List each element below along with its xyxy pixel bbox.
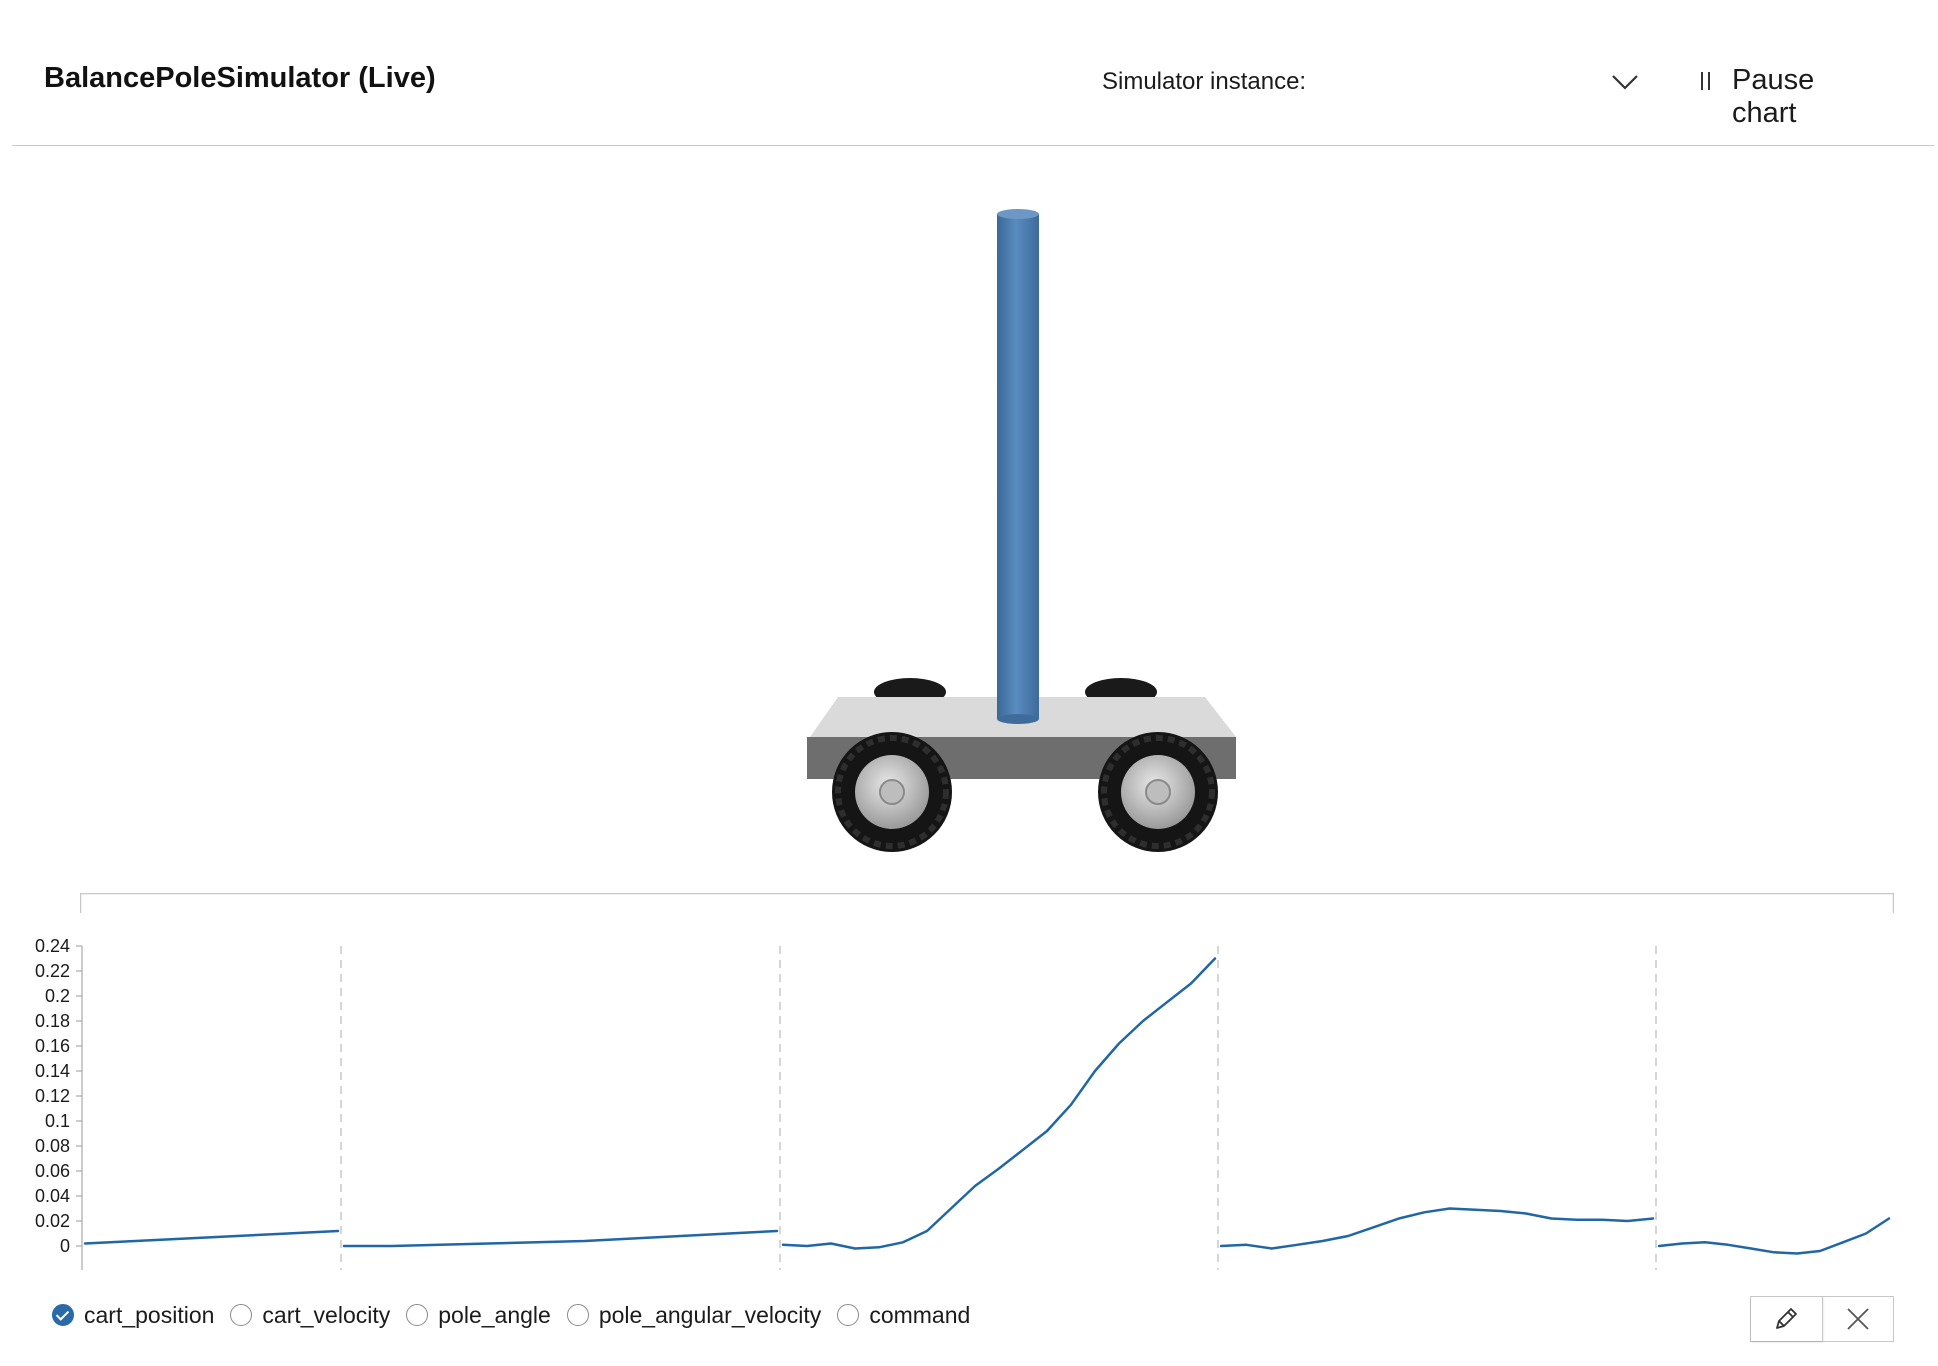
legend-item-cart-position[interactable]: cart_position bbox=[52, 1302, 214, 1329]
legend-label: cart_velocity bbox=[262, 1301, 391, 1328]
pause-chart-label: Pause chart bbox=[1732, 64, 1815, 129]
y-tick-label: 0.06 bbox=[35, 1161, 70, 1181]
header-divider bbox=[12, 145, 1934, 146]
radio-icon bbox=[566, 1304, 589, 1326]
radio-icon bbox=[406, 1304, 429, 1326]
pause-icon bbox=[1701, 72, 1710, 90]
header-bar: BalancePoleSimulator (Live) Simulator in… bbox=[0, 0, 1938, 146]
legend-item-pole-angle[interactable]: pole_angle bbox=[406, 1302, 551, 1329]
legend-item-pole-angular-velocity[interactable]: pole_angular_velocity bbox=[566, 1301, 822, 1329]
legend-label: pole_angle bbox=[438, 1301, 551, 1328]
chart-tools bbox=[1750, 1296, 1894, 1342]
y-tick-label: 0.14 bbox=[35, 1061, 70, 1081]
legend-label: cart_position bbox=[84, 1301, 215, 1328]
cart-position-series-line bbox=[83, 1229, 340, 1245]
legend-item-cart-velocity[interactable]: cart_velocity bbox=[230, 1302, 390, 1329]
cartpole-visualization bbox=[807, 209, 1236, 852]
y-tick-label: 0.16 bbox=[35, 1036, 70, 1056]
y-tick-label: 0.12 bbox=[35, 1086, 70, 1106]
y-tick-label: 0.24 bbox=[35, 936, 70, 956]
checked-radio-icon bbox=[52, 1304, 74, 1326]
cart-position-series-line bbox=[1657, 1217, 1891, 1255]
close-icon bbox=[1847, 1308, 1869, 1330]
cart-position-series-line bbox=[781, 957, 1217, 1250]
legend-item-command[interactable]: command bbox=[837, 1302, 970, 1329]
cart-position-series-line bbox=[1219, 1207, 1655, 1250]
close-button[interactable] bbox=[1823, 1297, 1894, 1341]
y-tick-label: 0.18 bbox=[35, 1011, 70, 1031]
edit-button[interactable] bbox=[1751, 1297, 1823, 1341]
front-wheel-right bbox=[1098, 732, 1218, 852]
chart-top-frame bbox=[80, 893, 1894, 913]
y-tick-label: 0.08 bbox=[35, 1136, 70, 1156]
front-wheel-left bbox=[832, 732, 952, 852]
pause-chart-button[interactable]: Pause chart bbox=[1690, 58, 1886, 129]
y-tick-label: 0 bbox=[60, 1236, 70, 1256]
page-title: BalancePoleSimulator (Live) bbox=[44, 62, 436, 94]
simulator-instance-dropdown[interactable] bbox=[1310, 58, 1640, 106]
radio-icon bbox=[837, 1304, 860, 1326]
pole bbox=[997, 209, 1039, 724]
pencil-icon bbox=[1776, 1308, 1798, 1329]
cart-position-series-line bbox=[342, 1229, 779, 1248]
y-tick-label: 0.2 bbox=[45, 986, 70, 1006]
cart-position-chart: 0.24 0.22 0.2 0.18 0.16 0.14 0.12 0.1 0.08 0.06 0.… bbox=[35, 936, 1891, 1270]
y-tick-label: 0.04 bbox=[35, 1186, 70, 1206]
simulator-instance-label: Simulator instance: bbox=[1102, 68, 1307, 95]
legend-label: pole_angular_velocity bbox=[598, 1301, 822, 1328]
y-tick-label: 0.02 bbox=[35, 1211, 70, 1231]
legend-label: command bbox=[869, 1301, 971, 1328]
radio-icon bbox=[230, 1304, 253, 1326]
y-tick-label: 0.22 bbox=[35, 961, 70, 981]
chevron-down-icon bbox=[1612, 75, 1638, 90]
y-tick-label: 0.1 bbox=[45, 1111, 70, 1131]
series-legend: cart_position cart_velocity pole_angle p… bbox=[52, 1298, 986, 1332]
